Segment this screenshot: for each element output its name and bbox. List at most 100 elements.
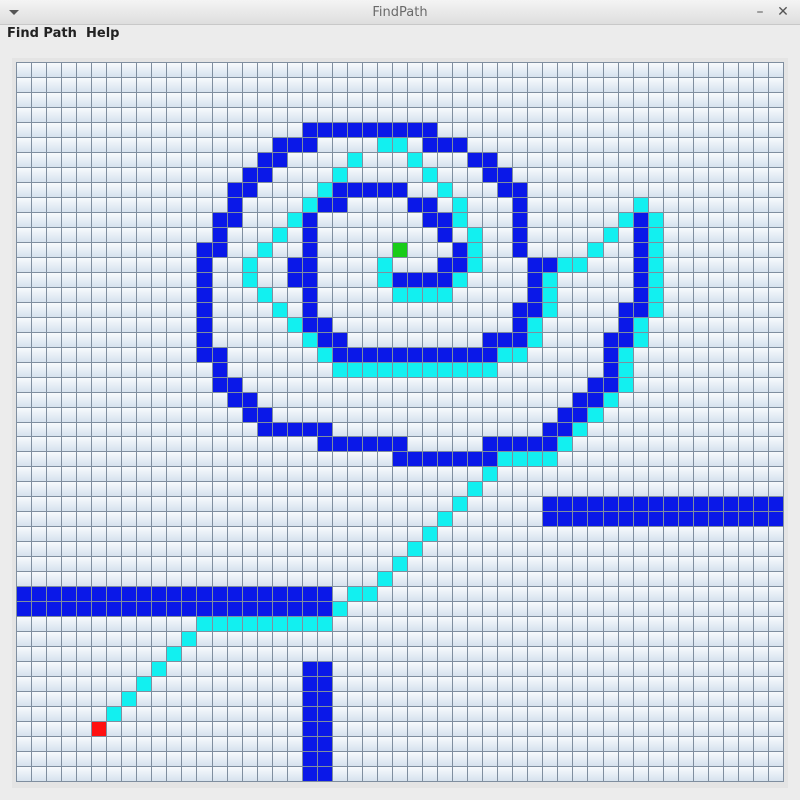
grid-cell[interactable] [423, 152, 438, 167]
grid-cell[interactable] [558, 347, 573, 362]
grid-cell[interactable] [453, 392, 468, 407]
grid-cell[interactable] [272, 272, 287, 287]
grid-cell[interactable] [137, 767, 152, 781]
grid-cell[interactable] [633, 692, 648, 707]
grid-cell[interactable] [197, 137, 212, 152]
grid-cell[interactable] [332, 542, 347, 557]
grid-cell[interactable] [528, 182, 543, 197]
grid-cell[interactable] [723, 152, 738, 167]
grid-cell[interactable] [723, 362, 738, 377]
grid-cell[interactable] [648, 107, 663, 122]
grid-cell[interactable] [528, 527, 543, 542]
grid-cell[interactable] [693, 377, 708, 392]
grid-cell[interactable] [182, 332, 197, 347]
wall-cell[interactable] [588, 497, 603, 512]
wall-cell[interactable] [212, 242, 227, 257]
grid-cell[interactable] [332, 227, 347, 242]
grid-cell[interactable] [423, 647, 438, 662]
grid-cell[interactable] [257, 497, 272, 512]
grid-cell[interactable] [272, 182, 287, 197]
path-cell[interactable] [453, 497, 468, 512]
grid-cell[interactable] [693, 482, 708, 497]
grid-cell[interactable] [678, 662, 693, 677]
grid-cell[interactable] [753, 122, 768, 137]
grid-cell[interactable] [362, 752, 377, 767]
path-cell[interactable] [498, 347, 513, 362]
path-cell[interactable] [453, 197, 468, 212]
grid-cell[interactable] [32, 467, 47, 482]
grid-cell[interactable] [77, 752, 92, 767]
grid-cell[interactable] [62, 197, 77, 212]
grid-cell[interactable] [588, 632, 603, 647]
grid-cell[interactable] [513, 257, 528, 272]
path-cell[interactable] [438, 362, 453, 377]
grid-cell[interactable] [423, 587, 438, 602]
grid-cell[interactable] [197, 662, 212, 677]
grid-cell[interactable] [723, 752, 738, 767]
wall-cell[interactable] [272, 587, 287, 602]
grid-cell[interactable] [573, 707, 588, 722]
grid-cell[interactable] [603, 122, 618, 137]
grid-cell[interactable] [257, 737, 272, 752]
grid-cell[interactable] [62, 542, 77, 557]
grid-cell[interactable] [513, 512, 528, 527]
grid-cell[interactable] [468, 317, 483, 332]
grid-cell[interactable] [453, 152, 468, 167]
grid-cell[interactable] [62, 77, 77, 92]
grid-cell[interactable] [317, 497, 332, 512]
grid-cell[interactable] [483, 677, 498, 692]
grid-cell[interactable] [678, 332, 693, 347]
grid-cell[interactable] [227, 452, 242, 467]
grid-cell[interactable] [227, 107, 242, 122]
grid-cell[interactable] [197, 752, 212, 767]
wall-cell[interactable] [32, 587, 47, 602]
grid-cell[interactable] [167, 212, 182, 227]
grid-cell[interactable] [438, 167, 453, 182]
grid-cell[interactable] [332, 92, 347, 107]
grid-cell[interactable] [738, 422, 753, 437]
grid-cell[interactable] [287, 92, 302, 107]
path-cell[interactable] [242, 272, 257, 287]
grid-cell[interactable] [17, 452, 32, 467]
grid-cell[interactable] [438, 662, 453, 677]
grid-cell[interactable] [182, 302, 197, 317]
grid-cell[interactable] [272, 752, 287, 767]
grid-cell[interactable] [242, 467, 257, 482]
grid-cell[interactable] [227, 257, 242, 272]
grid-cell[interactable] [167, 302, 182, 317]
grid-cell[interactable] [723, 347, 738, 362]
grid-cell[interactable] [362, 227, 377, 242]
grid-cell[interactable] [453, 557, 468, 572]
grid-cell[interactable] [633, 377, 648, 392]
grid-cell[interactable] [137, 257, 152, 272]
grid-cell[interactable] [47, 767, 62, 781]
wall-cell[interactable] [392, 122, 408, 137]
grid-cell[interactable] [588, 587, 603, 602]
grid-cell[interactable] [152, 77, 167, 92]
grid-cell[interactable] [693, 63, 708, 77]
wall-cell[interactable] [438, 137, 453, 152]
grid-cell[interactable] [152, 257, 167, 272]
grid-cell[interactable] [693, 227, 708, 242]
grid-cell[interactable] [738, 452, 753, 467]
grid-cell[interactable] [573, 677, 588, 692]
grid-cell[interactable] [257, 347, 272, 362]
grid-cell[interactable] [242, 692, 257, 707]
wall-cell[interactable] [302, 662, 317, 677]
grid-cell[interactable] [588, 722, 603, 737]
grid-cell[interactable] [377, 302, 392, 317]
grid-cell[interactable] [197, 152, 212, 167]
grid-cell[interactable] [498, 602, 513, 617]
grid-cell[interactable] [678, 587, 693, 602]
wall-cell[interactable] [498, 182, 513, 197]
wall-cell[interactable] [603, 347, 618, 362]
grid-cell[interactable] [513, 497, 528, 512]
grid-cell[interactable] [302, 107, 317, 122]
path-cell[interactable] [498, 452, 513, 467]
grid-cell[interactable] [708, 392, 723, 407]
grid-cell[interactable] [107, 662, 122, 677]
grid-cell[interactable] [708, 242, 723, 257]
grid-cell[interactable] [498, 587, 513, 602]
grid-cell[interactable] [317, 632, 332, 647]
grid-cell[interactable] [423, 92, 438, 107]
